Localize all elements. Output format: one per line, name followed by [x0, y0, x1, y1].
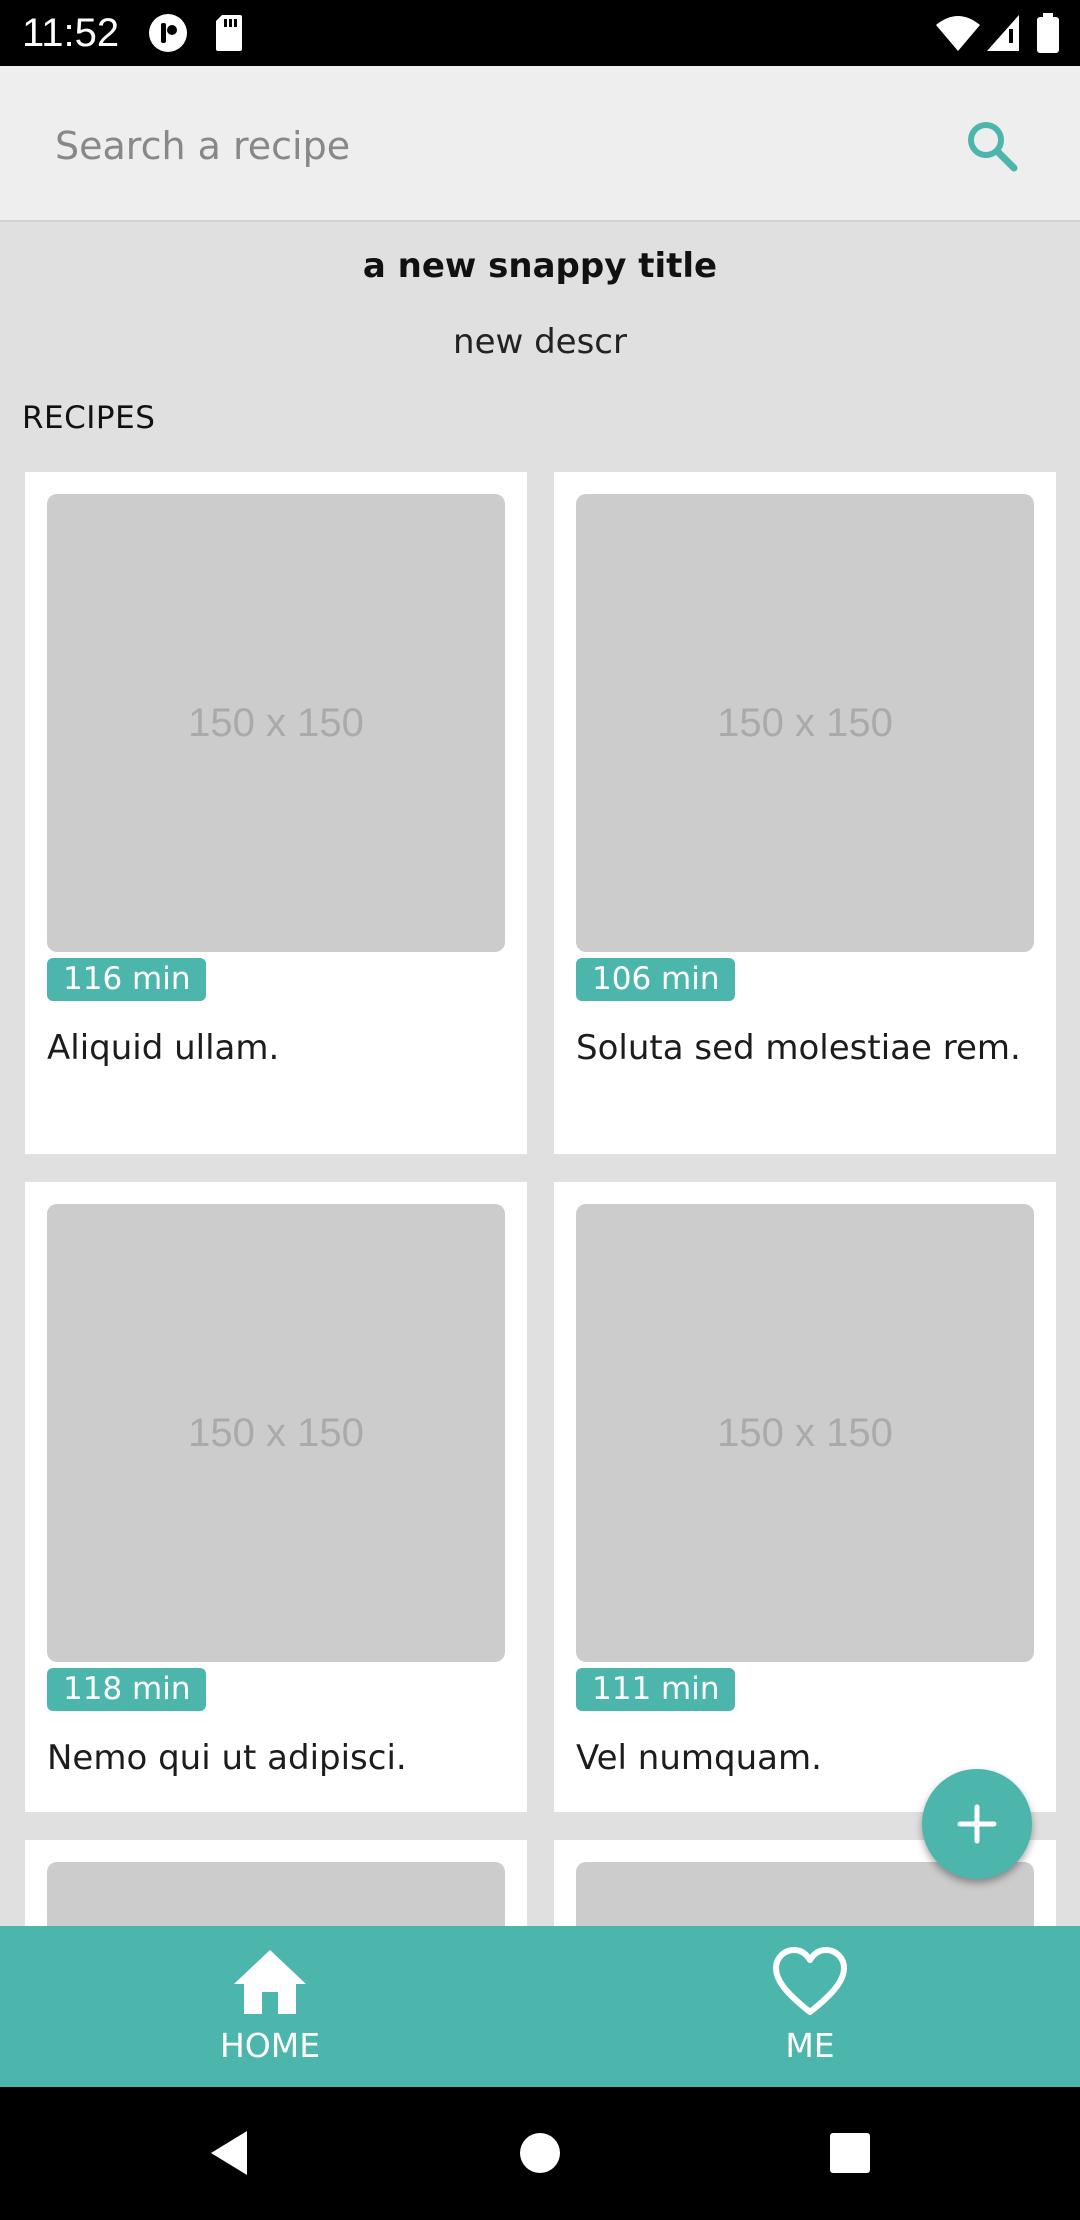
recipe-card[interactable]: 150 x 150 116 min Aliquid ullam.: [25, 472, 527, 1154]
status-bar: 11:52: [0, 0, 1080, 66]
wifi-icon: [935, 13, 981, 53]
page-title: a new snappy title: [362, 246, 718, 286]
recipe-title: Nemo qui ut adipisci.: [47, 1738, 407, 1778]
page-description: new descr: [453, 322, 627, 362]
time-badge: 106 min: [576, 958, 736, 1001]
battery-icon: [1036, 13, 1060, 53]
signal-icon: [985, 13, 1021, 53]
nav-item-me[interactable]: ME: [540, 1926, 1080, 2087]
home-icon: [232, 1946, 308, 2018]
recipe-card-partial[interactable]: [25, 1840, 527, 2062]
search-bar: [0, 66, 1080, 222]
image-placeholder-label: 150 x 150: [717, 1410, 893, 1455]
time-badge: 116 min: [47, 958, 207, 1001]
nav-item-home[interactable]: HOME: [0, 1926, 540, 2087]
search-input[interactable]: [55, 106, 915, 186]
app-notification-icon: [148, 13, 188, 53]
recipe-card[interactable]: 150 x 150 106 min Soluta sed molestiae r…: [554, 472, 1056, 1154]
nav-label-me: ME: [785, 2026, 835, 2065]
add-recipe-button[interactable]: [922, 1769, 1032, 1879]
image-placeholder-label: 150 x 150: [188, 1410, 364, 1455]
recipe-image: 150 x 150: [47, 494, 505, 952]
bottom-navigation: HOME ME: [0, 1926, 1080, 2087]
recipe-image: 150 x 150: [576, 1204, 1034, 1662]
system-navigation-bar: [0, 2087, 1080, 2220]
recipes-section-label: RECIPES: [22, 400, 156, 436]
status-time: 11:52: [22, 11, 120, 55]
image-placeholder-label: 150 x 150: [717, 700, 893, 745]
sd-card-icon: [214, 13, 244, 53]
back-icon[interactable]: [203, 2123, 263, 2183]
recipe-title: Soluta sed molestiae rem.: [576, 1028, 1021, 1068]
search-icon[interactable]: [962, 116, 1022, 176]
recipe-card[interactable]: 150 x 150 111 min Vel numquam.: [554, 1182, 1056, 1812]
image-placeholder-label: 150 x 150: [188, 700, 364, 745]
time-badge: 118 min: [47, 1668, 207, 1711]
recipe-card[interactable]: 150 x 150 118 min Nemo qui ut adipisci.: [25, 1182, 527, 1812]
plus-icon: [957, 1804, 997, 1844]
recipe-image: 150 x 150: [47, 1204, 505, 1662]
nav-label-home: HOME: [219, 2026, 321, 2065]
heart-icon: [772, 1946, 848, 2018]
home-circle-icon[interactable]: [510, 2123, 570, 2183]
recipe-title: Aliquid ullam.: [47, 1028, 280, 1068]
recents-square-icon[interactable]: [820, 2123, 880, 2183]
time-badge: 111 min: [576, 1668, 736, 1711]
recipe-image: 150 x 150: [576, 494, 1034, 952]
